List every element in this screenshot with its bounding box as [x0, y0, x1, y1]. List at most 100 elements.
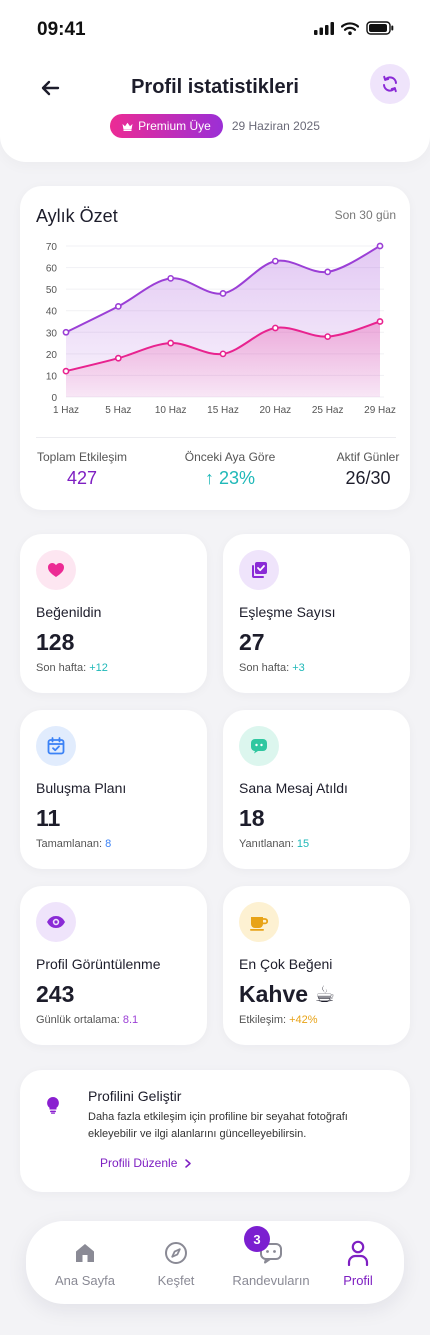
- tile-sub-label: Son hafta:: [239, 662, 290, 674]
- monthly-summary-card: Aylık Özet Son 30 gün 0 10 20 30 40 50 60 70 1 H…: [20, 186, 410, 510]
- data-point: [324, 333, 332, 340]
- battery-icon: [366, 21, 394, 35]
- eye-icon: [47, 916, 65, 928]
- tile-sub-label: Etkileşim:: [239, 1014, 287, 1026]
- data-point: [114, 354, 122, 362]
- data-point: [167, 339, 175, 347]
- data-point: [271, 324, 279, 332]
- nav-label: Profil: [343, 1273, 373, 1288]
- edit-profile-link[interactable]: Profili Düzenle: [100, 1156, 192, 1170]
- tile-sub: Günlük ortalama: 8.1: [36, 1014, 138, 1026]
- nav-profile[interactable]: Profil: [313, 1239, 403, 1288]
- x-tick-label: 20 Haz: [259, 405, 291, 416]
- data-point: [376, 242, 384, 250]
- data-point: [62, 367, 70, 375]
- stat-value: 427: [66, 468, 98, 488]
- calendar-check-icon: [47, 737, 65, 755]
- stat-label: Aktif Günler: [336, 450, 400, 464]
- tile-sub-label: Yanıtlanan:: [239, 838, 294, 850]
- crown-icon: [122, 122, 133, 131]
- stat-value: 26/30: [345, 468, 391, 488]
- tile-sub: Tamamlanan: 8: [36, 838, 111, 850]
- summary-divider: [36, 437, 396, 438]
- refresh-button[interactable]: [370, 64, 410, 104]
- tip-title: Profilini Geliştir: [88, 1088, 182, 1104]
- premium-badge-label: Premium Üye: [138, 119, 211, 133]
- nav-appointments[interactable]: Randevuların: [226, 1239, 316, 1288]
- tile-sub-value: 8.1: [122, 1014, 139, 1026]
- lightbulb-icon: [47, 1097, 59, 1114]
- heart-icon: [48, 563, 64, 577]
- appointments-badge: 3: [244, 1226, 270, 1252]
- date-plans-tile[interactable]: Buluşma Planı 11 Tamamlanan: 8: [20, 710, 207, 869]
- y-tick-label: 60: [46, 264, 58, 275]
- x-tick-label: 5 Haz: [105, 405, 131, 416]
- tile-sub-value: +42%: [289, 1014, 318, 1026]
- data-point: [219, 290, 227, 297]
- bottom-nav: Ana Sayfa Keşfet Randevuların Profil: [26, 1221, 404, 1304]
- data-point: [271, 257, 279, 265]
- data-point: [114, 303, 122, 310]
- data-point: [376, 318, 384, 325]
- y-tick-label: 10: [46, 371, 58, 382]
- improve-profile-card: Profilini Geliştir Daha fazla etkileşim …: [20, 1070, 410, 1192]
- likes-tile[interactable]: Beğenildin 128 Son hafta: +12: [20, 534, 207, 693]
- data-point: [62, 328, 70, 336]
- tile-sub-value: +12: [89, 662, 108, 674]
- matches-tile[interactable]: Eşleşme Sayısı 27 Son hafta: +3: [223, 534, 410, 693]
- chevron-right-icon: [185, 1158, 192, 1168]
- y-tick-label: 30: [46, 328, 58, 339]
- stat-total-interactions: Toplam Etkileşim 427: [36, 450, 128, 489]
- tile-value: 18: [239, 805, 265, 831]
- tile-value: 27: [239, 629, 265, 655]
- stat-label: Toplam Etkileşim: [36, 450, 128, 464]
- tile-icon-wrap: [239, 902, 279, 942]
- x-tick-label: 15 Haz: [207, 405, 239, 416]
- activity-chart: 0 10 20 30 40 50 60 70 1 Haz 5 Haz 10 Haz 15 Haz 20 …: [46, 242, 396, 416]
- badge-row: Premium Üye 29 Haziran 2025: [0, 114, 430, 138]
- y-tick-label: 20: [46, 350, 58, 361]
- tile-value: 128: [36, 629, 75, 655]
- tile-sub-value: +3: [292, 662, 305, 674]
- tile-sub-label: Günlük ortalama:: [36, 1014, 120, 1026]
- tile-sub: Yanıtlanan: 15: [239, 838, 309, 850]
- stat-vs-previous-month: Önceki Aya Göre ↑ 23%: [180, 450, 280, 489]
- nav-explore[interactable]: Keşfet: [131, 1239, 221, 1288]
- x-tick-label: 25 Haz: [312, 405, 344, 416]
- tile-label: Eşleşme Sayısı: [239, 604, 336, 620]
- premium-badge: Premium Üye: [110, 114, 223, 138]
- tile-sub-value: 15: [296, 838, 310, 850]
- tile-label: En Çok Beğeni: [239, 956, 333, 972]
- nav-label: Randevuların: [232, 1273, 310, 1288]
- messages-tile[interactable]: Sana Mesaj Atıldı 18 Yanıtlanan: 15: [223, 710, 410, 869]
- refresh-icon: [383, 75, 397, 93]
- wifi-icon: [341, 21, 359, 35]
- data-point: [324, 268, 332, 276]
- page-title: Profil istatistikleri: [131, 76, 299, 98]
- x-tick-label: 10 Haz: [155, 405, 187, 416]
- y-tick-label: 40: [46, 307, 58, 318]
- summary-title: Aylık Özet: [36, 206, 118, 226]
- chat-icon: [251, 739, 267, 754]
- tile-icon-wrap: [36, 902, 76, 942]
- status-time: 09:41: [37, 19, 86, 40]
- tile-sub-label: Tamamlanan:: [36, 838, 103, 850]
- signal-icon: [314, 21, 334, 35]
- header-date: 29 Haziran 2025: [231, 119, 320, 133]
- top-like-tile[interactable]: En Çok Beğeni Kahve ☕ Etkileşim: +42%: [223, 886, 410, 1045]
- stat-active-days: Aktif Günler 26/30: [326, 450, 410, 489]
- status-icons: [314, 21, 394, 35]
- match-icon: [252, 562, 267, 578]
- tile-value: 243: [36, 981, 75, 1007]
- nav-home[interactable]: Ana Sayfa: [40, 1239, 130, 1288]
- tile-sub: Etkileşim: +42%: [239, 1014, 318, 1026]
- tile-value: Kahve ☕: [239, 981, 336, 1007]
- tile-icon-wrap: [36, 550, 76, 590]
- edit-profile-label: Profili Düzenle: [100, 1156, 178, 1170]
- tile-sub: Son hafta: +3: [239, 662, 305, 674]
- tile-sub-label: Son hafta:: [36, 662, 87, 674]
- tile-sub-value: 8: [105, 838, 112, 850]
- profile-views-tile[interactable]: Profil Görüntülenme 243 Günlük ortalama:…: [20, 886, 207, 1045]
- home-icon: [76, 1244, 94, 1262]
- tile-icon-wrap: [239, 726, 279, 766]
